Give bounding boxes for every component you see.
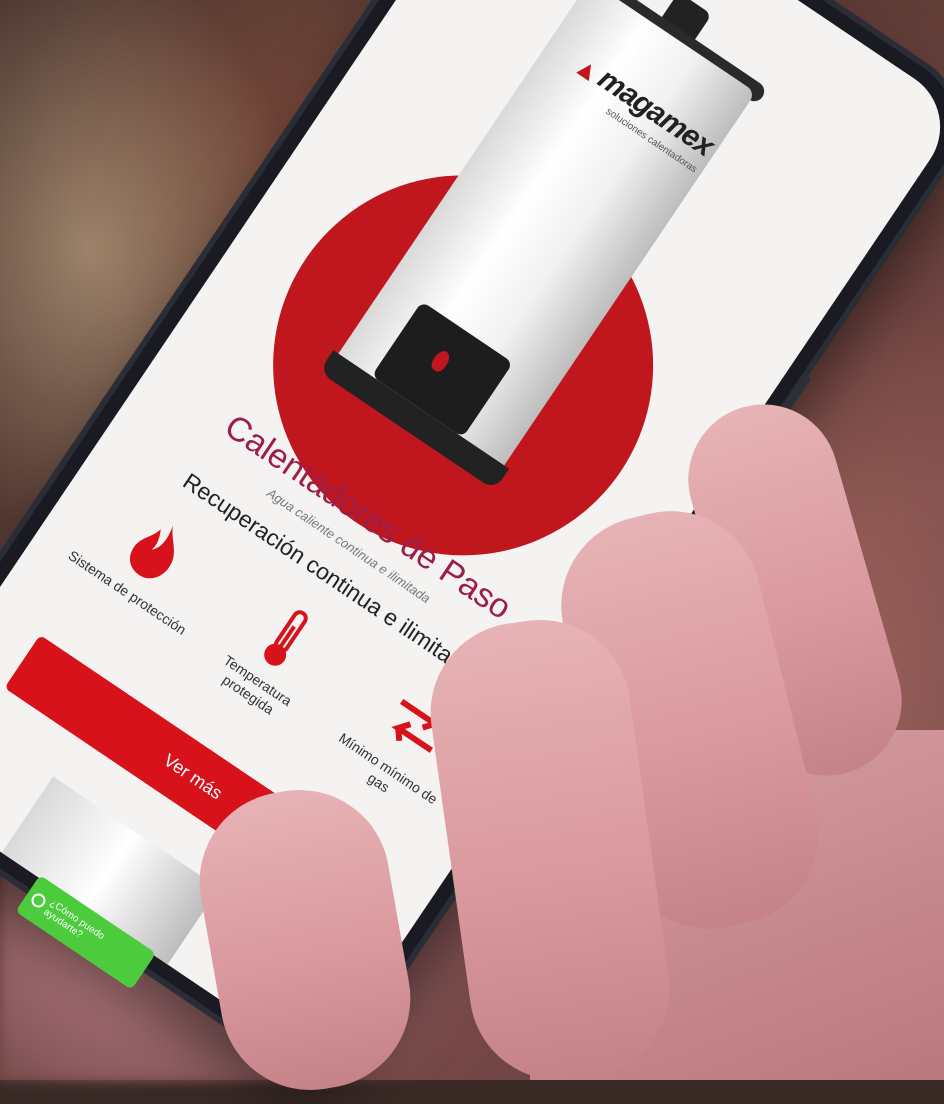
whatsapp-icon — [28, 890, 49, 911]
thumb — [185, 775, 425, 1104]
hand — [185, 380, 944, 1104]
